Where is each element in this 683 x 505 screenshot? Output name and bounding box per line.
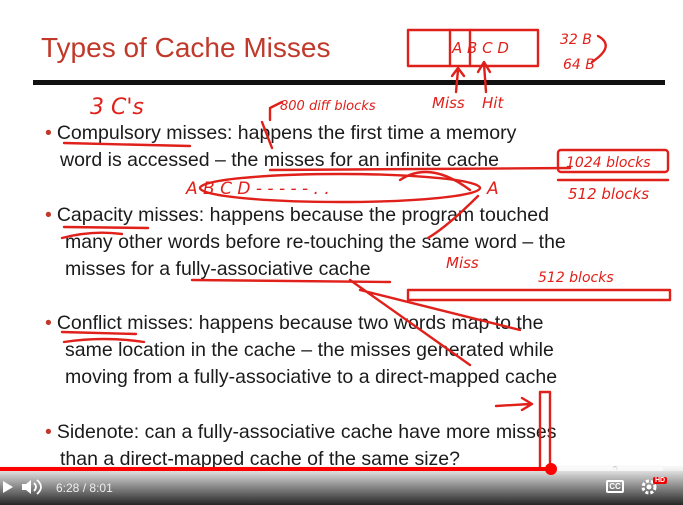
play-icon[interactable] (2, 480, 14, 494)
sequence-oval (198, 172, 482, 204)
bullet-conflict: • Conflict misses: happens because two wo… (45, 310, 557, 391)
annotation-diff-blocks: 800 diff blocks (280, 99, 376, 114)
bullet-line: Sidenote: can a fully-associative cache … (56, 421, 557, 443)
column-arrow (494, 396, 534, 412)
bullet-line: moving from a fully-associative to a dir… (65, 366, 558, 388)
bullet-line: Capacity misses: happens because the pro… (56, 204, 549, 226)
bullet-line: word is accessed – the misses for an inf… (60, 149, 499, 171)
bullet-line: same location in the cache – the misses … (65, 339, 554, 361)
current-time: 6:28 (56, 481, 80, 495)
bullet-dot: • (45, 312, 52, 334)
blocks-box (556, 148, 670, 174)
hit-arrow (476, 60, 492, 94)
volume-icon[interactable] (20, 478, 42, 496)
bullet-dot: • (45, 204, 52, 226)
annotation-a: A (486, 179, 499, 199)
annotation-512-blocks: 512 blocks (568, 185, 649, 203)
bullet-sidenote: • Sidenote: can a fully-associative cache… (45, 419, 557, 470)
lecture-slide: Types of Cache Misses • Compulsory misses… (0, 0, 683, 470)
annotation-32b: 32 B (560, 32, 592, 48)
diff-blocks-arrow (268, 100, 284, 122)
annotation-sequence: A B C D - - - - - . . (185, 179, 330, 199)
bullet-compulsory: • Compulsory misses: happens the first ti… (45, 120, 516, 174)
annotation-cache-abcd: A B C D (451, 39, 509, 57)
annotation-miss: Miss (432, 94, 465, 112)
annotation-three-cs: 3 C's (90, 95, 144, 120)
title-underline (33, 80, 665, 85)
brace-stroke (590, 34, 607, 64)
annotation-1024-blocks: 1024 blocks (566, 155, 651, 171)
captions-icon[interactable]: CC (606, 480, 624, 493)
bullet-line: many other words before re-touching the … (65, 231, 566, 253)
hd-badge: HD (653, 477, 668, 484)
slide-title: Types of Cache Misses (41, 32, 331, 63)
bullet-dot: • (45, 421, 52, 443)
buffered-bar (551, 467, 663, 471)
time-separator: / (82, 481, 87, 495)
duration: 8:01 (89, 481, 113, 495)
bullet-line: Compulsory misses: happens the first tim… (56, 122, 517, 144)
cache-box-sketch (406, 28, 540, 68)
bullet-line: misses for a fully-associative cache (65, 258, 371, 280)
time-display: 6:28 / 8:01 (56, 481, 113, 495)
progress-bar[interactable] (0, 463, 683, 475)
bullet-dot: • (45, 122, 52, 144)
played-bar (0, 467, 552, 471)
bullet-line: Conflict misses: happens because two wor… (56, 312, 544, 334)
bullet-capacity: • Capacity misses: happens because the pr… (45, 202, 566, 283)
annotation-64b: 64 B (563, 57, 595, 73)
annotation-hit: Hit (482, 94, 504, 112)
direct-mapped-cache-sketch (406, 288, 672, 302)
